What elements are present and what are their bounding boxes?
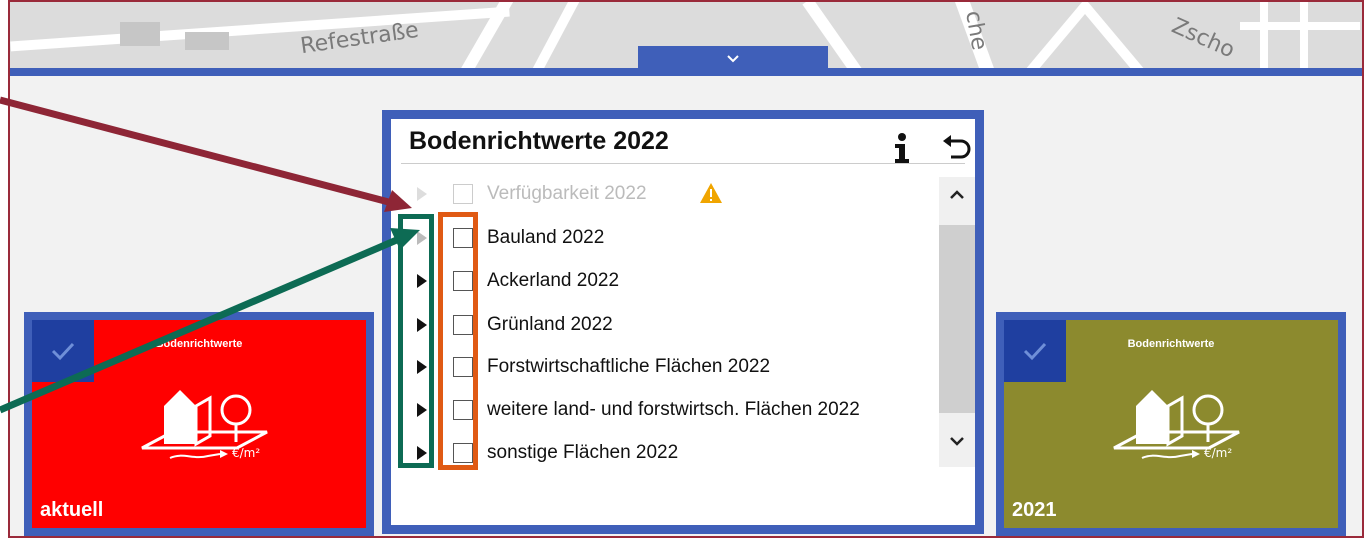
chevron-down-icon bbox=[727, 55, 739, 63]
card-title: Bodenrichtwerte bbox=[1127, 338, 1215, 350]
annotation-box-checkboxes bbox=[438, 212, 478, 470]
warning-icon bbox=[700, 183, 722, 203]
layer-row: Verfügbarkeit 2022 bbox=[391, 175, 931, 213]
card-2021[interactable]: Bodenrichtwerte €/m² 2021 bbox=[996, 312, 1346, 536]
scroll-down-button[interactable] bbox=[939, 423, 975, 459]
info-icon[interactable] bbox=[891, 131, 913, 165]
annotation-box-expand-arrows bbox=[398, 214, 434, 468]
card-aktuell[interactable]: Bodenrichtwerte €/m² aktuell bbox=[24, 312, 374, 536]
title-divider bbox=[401, 163, 965, 164]
chevron-up-icon bbox=[950, 190, 964, 199]
check-icon bbox=[32, 320, 94, 382]
price-arrow-icon bbox=[169, 450, 228, 459]
street-label: Zscho bbox=[1167, 13, 1239, 64]
layer-label: Bauland 2022 bbox=[487, 227, 605, 248]
card-year: aktuell bbox=[40, 499, 104, 521]
back-arrow-icon[interactable] bbox=[941, 133, 973, 163]
scrollbar-thumb[interactable] bbox=[939, 225, 975, 413]
check-icon bbox=[1004, 320, 1066, 382]
layer-scrollbar[interactable] bbox=[939, 177, 975, 467]
card-year: 2021 bbox=[1012, 499, 1057, 521]
panel-title: Bodenrichtwerte 2022 bbox=[409, 127, 669, 155]
layer-label: weitere land- und forstwirtsch. Flächen … bbox=[487, 399, 860, 420]
scroll-up-button[interactable] bbox=[939, 177, 975, 213]
layer-label: Ackerland 2022 bbox=[487, 270, 620, 291]
layer-label: Forstwirtschaftliche Flächen 2022 bbox=[487, 356, 771, 377]
street-label: che bbox=[960, 8, 992, 53]
price-arrow-icon bbox=[1141, 450, 1200, 459]
unit-label: €/m² bbox=[232, 446, 261, 460]
layer-label: Verfügbarkeit 2022 bbox=[487, 183, 647, 204]
chevron-down-icon bbox=[950, 437, 964, 446]
layer-checkbox bbox=[453, 184, 473, 204]
layer-label: sonstige Flächen 2022 bbox=[487, 442, 679, 463]
collapse-tab[interactable] bbox=[638, 46, 828, 72]
expand-arrow-icon bbox=[417, 187, 427, 201]
layer-label: Grünland 2022 bbox=[487, 314, 613, 335]
unit-label: €/m² bbox=[1204, 446, 1233, 460]
card-title: Bodenrichtwerte bbox=[155, 338, 243, 350]
